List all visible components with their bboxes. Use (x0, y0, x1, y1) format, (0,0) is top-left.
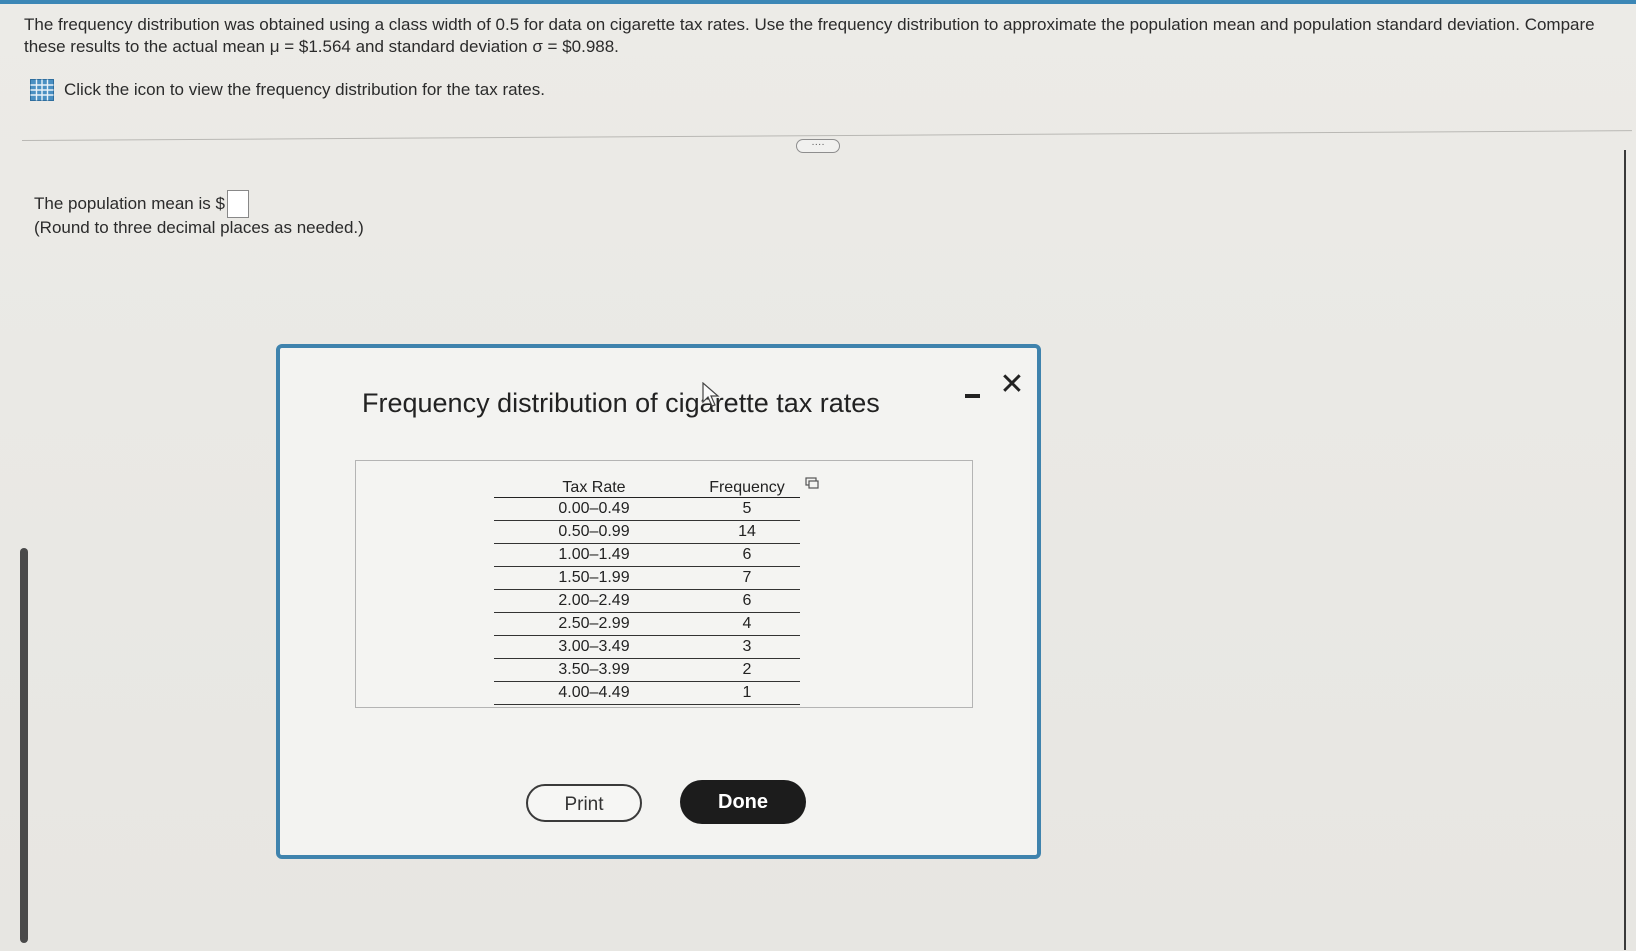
header-frequency: Frequency (694, 469, 800, 498)
tax-rate-cell: 0.50–0.99 (494, 520, 694, 544)
mean-label: The population mean is $ (34, 194, 225, 213)
frequency-cell: 3 (694, 635, 800, 659)
frequency-cell: 7 (694, 566, 800, 590)
done-button[interactable]: Done (680, 780, 806, 824)
scrollbar[interactable] (20, 548, 28, 943)
frequency-cell: 6 (694, 589, 800, 613)
table-row: 0.50–0.99 14 (494, 520, 800, 544)
table-row: 3.50–3.99 2 (494, 658, 800, 682)
rounding-note: (Round to three decimal places as needed… (34, 218, 364, 237)
frequency-cell: 4 (694, 612, 800, 636)
tax-rate-cell: 2.50–2.99 (494, 612, 694, 636)
question-text: The frequency distribution was obtained … (24, 15, 1595, 56)
frequency-cell: 5 (694, 497, 800, 521)
table-row: 2.00–2.49 6 (494, 589, 800, 613)
tax-rate-cell: 0.00–0.49 (494, 497, 694, 521)
frequency-table: Tax Rate Frequency 0.00–0.49 5 0.50–0.99… (494, 469, 800, 705)
table-row: 2.50–2.99 4 (494, 612, 800, 636)
mean-answer-line: The population mean is $ (34, 190, 249, 218)
frequency-cell: 1 (694, 681, 800, 705)
table-panel: Tax Rate Frequency 0.00–0.49 5 0.50–0.99… (355, 460, 973, 708)
table-row: 0.00–0.49 5 (494, 497, 800, 521)
header-tax-rate: Tax Rate (494, 469, 694, 498)
table-row: 4.00–4.49 1 (494, 681, 800, 705)
mean-answer-input[interactable] (226, 190, 249, 218)
frequency-cell: 14 (694, 520, 800, 544)
icon-prompt-text: Click the icon to view the frequency dis… (64, 80, 545, 99)
close-icon[interactable]: ✕ (998, 370, 1026, 400)
tax-rate-cell: 2.00–2.49 (494, 589, 694, 613)
tax-rate-cell: 3.50–3.99 (494, 658, 694, 682)
frequency-cell: 6 (694, 543, 800, 567)
tax-rate-cell: 1.00–1.49 (494, 543, 694, 567)
table-row: 1.00–1.49 6 (494, 543, 800, 567)
table-row: 1.50–1.99 7 (494, 566, 800, 590)
table-header-row: Tax Rate Frequency (494, 469, 800, 498)
expand-button[interactable]: ···· (796, 139, 840, 153)
table-row: 3.00–3.49 3 (494, 635, 800, 659)
minimize-icon[interactable] (964, 382, 982, 404)
dialog-title: Frequency distribution of cigarette tax … (362, 388, 880, 418)
tax-rate-cell: 1.50–1.99 (494, 566, 694, 590)
print-button[interactable]: Print (526, 784, 642, 822)
copy-icon[interactable] (805, 477, 819, 489)
frequency-distribution-dialog: Frequency distribution of cigarette tax … (276, 344, 1041, 859)
frequency-cell: 2 (694, 658, 800, 682)
window-edge (1624, 150, 1626, 950)
mouse-pointer-icon (702, 382, 720, 407)
tax-rate-cell: 4.00–4.49 (494, 681, 694, 705)
view-distribution-row: Click the icon to view the frequency dis… (30, 78, 545, 102)
grid-table-icon[interactable] (30, 79, 54, 101)
tax-rate-cell: 3.00–3.49 (494, 635, 694, 659)
